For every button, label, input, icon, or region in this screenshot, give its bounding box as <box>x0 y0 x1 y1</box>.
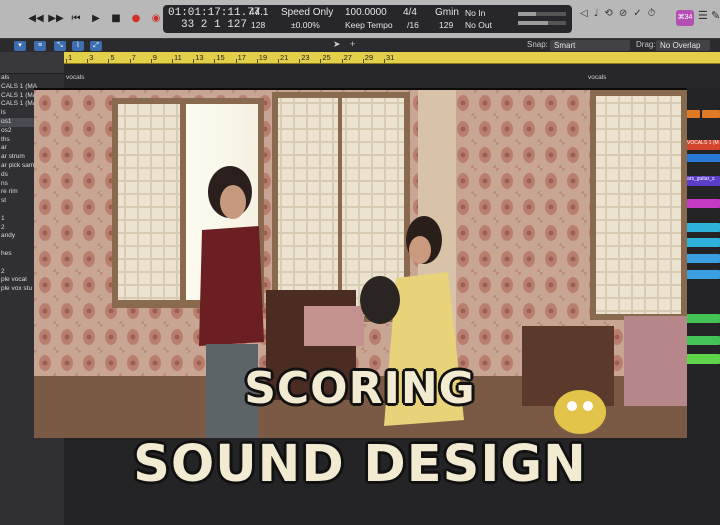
bar-number: 3 <box>89 53 94 62</box>
right-toolbar: ◁ ♩ ⟲ ⊘ ✓ ⏱ <box>580 8 655 19</box>
position-time: 01:01:17:11.77 <box>168 7 261 19</box>
tuner-icon[interactable]: ♩ <box>594 8 599 19</box>
view-menu-button[interactable]: ▾ <box>14 41 26 51</box>
buffer-size: 128 <box>251 20 266 30</box>
region-label: vocals <box>588 74 607 81</box>
audio-region[interactable] <box>686 238 720 247</box>
position-bars: 33 2 1 127 <box>181 19 248 31</box>
metronome-icon[interactable]: ✓ <box>633 8 641 19</box>
rewind-button[interactable]: ◀◀ <box>28 10 44 26</box>
midi-out: No Out <box>465 20 492 30</box>
audio-region[interactable] <box>702 110 720 118</box>
bar-tick <box>256 59 258 63</box>
bar-tick <box>193 59 195 63</box>
keep-tempo: Keep Tempo <box>345 20 393 30</box>
region-label-bar: vocals vocals <box>64 64 720 88</box>
audio-region[interactable]: ars_guitar_s <box>686 176 720 186</box>
bar-tick <box>235 59 237 63</box>
capture-record-button[interactable]: ◉ <box>148 10 164 26</box>
bar-tick <box>384 59 385 63</box>
track-list-header: ⊞ <box>0 52 64 117</box>
snap-label: Snap: <box>527 40 548 49</box>
bar-tick <box>362 59 364 63</box>
stop-button[interactable]: ■ <box>108 10 124 26</box>
bar-number: 11 <box>174 53 182 62</box>
speed-mode: Speed Only <box>281 7 334 18</box>
bar-tick <box>66 59 67 63</box>
overlay-title-sound-design: SOUND DESIGN <box>133 435 587 494</box>
bar-number: 17 <box>237 53 246 62</box>
bar-tick <box>172 59 173 63</box>
bar-tick <box>129 59 131 63</box>
key-signature: Gmin <box>435 7 459 18</box>
midi-in: No In <box>465 8 486 18</box>
tempo-value: 100.0000 <box>345 7 387 18</box>
go-to-start-button[interactable]: ⏮ <box>68 10 84 26</box>
count-in-icon[interactable]: ⊘ <box>619 8 627 19</box>
drag-label: Drag: <box>636 40 656 49</box>
bar-number: 19 <box>258 53 268 62</box>
bar-number: 31 <box>386 53 395 62</box>
sample-rate: 44.1 <box>249 7 269 18</box>
region-label: vocals <box>66 74 85 81</box>
time-signature: 4/4 <box>403 7 417 18</box>
bar-number: 7 <box>131 53 136 62</box>
audio-region[interactable]: VOCALS 1 (M <box>686 140 720 150</box>
bar-number: 1 <box>68 53 73 62</box>
audio-region[interactable] <box>686 314 720 323</box>
bar-tick <box>278 59 279 63</box>
bar-number: 25 <box>322 53 331 62</box>
bar-tick <box>214 59 216 63</box>
bar-tick <box>108 59 110 63</box>
audio-region[interactable] <box>686 154 720 162</box>
bar-ruler[interactable]: 1 3 5 7 9 11 13 15 17 19 21 23 25 27 29 31 <box>64 52 720 64</box>
timer-icon[interactable]: ⏱ <box>648 8 656 19</box>
division: /16 <box>407 20 419 30</box>
audio-region[interactable] <box>686 223 720 232</box>
forward-button[interactable]: ▶▶ <box>48 10 64 26</box>
bar-number: 5 <box>110 53 115 62</box>
bar-tick <box>320 59 322 63</box>
arrange-toolbar: ▾ ≡ ⤡ ⌇ ⤢ ➤ + Snap: Smart Drag: No Overl… <box>0 38 720 52</box>
audio-region[interactable] <box>686 199 720 208</box>
track-header[interactable]: als <box>0 74 64 83</box>
bar-number: 27 <box>343 53 352 62</box>
bar-number: 9 <box>152 53 157 62</box>
automation-button[interactable]: ⤡ <box>54 41 66 51</box>
bar-tick <box>341 59 343 63</box>
snap-select[interactable]: Smart <box>550 40 630 51</box>
speed-percent: ±0.00% <box>291 20 320 30</box>
bar-number: 21 <box>280 53 289 62</box>
bar-number: 23 <box>301 53 310 62</box>
audio-region[interactable] <box>686 270 720 279</box>
bar-number: 29 <box>364 53 374 62</box>
lcd-display[interactable]: 01:01:17:11.77 33 2 1 127 44.1 128 Speed… <box>163 5 572 33</box>
pointer-tool-icon[interactable]: ➤ <box>333 39 341 50</box>
bar-number: 15 <box>216 53 225 62</box>
level-meter <box>518 12 566 25</box>
audio-region[interactable] <box>686 254 720 263</box>
audio-region[interactable] <box>686 336 720 345</box>
pencil-tool-icon[interactable]: + <box>350 39 355 49</box>
list-editor-icon[interactable]: ☰ <box>698 9 708 22</box>
bar-number: 13 <box>195 53 204 62</box>
note-pad-icon[interactable]: ✎ <box>711 9 720 22</box>
bar-tick <box>87 59 89 63</box>
key-tempo: 129 <box>439 20 454 30</box>
cpu-badge[interactable]: ⌘34 <box>676 10 694 26</box>
control-bar: ◀◀ ▶▶ ⏮ ▶ ■ ● ◉ ⟳ 01:01:17:11.77 33 2 1 … <box>0 0 720 38</box>
drag-select[interactable]: No Overlap <box>656 40 710 51</box>
list-view-button[interactable]: ≡ <box>34 41 46 51</box>
play-button[interactable]: ▶ <box>88 10 104 26</box>
record-button[interactable]: ● <box>128 10 144 26</box>
bar-tick <box>299 59 301 63</box>
overlay-title-scoring: SCORING <box>244 363 476 414</box>
bar-tick <box>150 59 152 63</box>
catch-button[interactable]: ⤢ <box>90 41 102 51</box>
auto-input-icon[interactable]: ⟲ <box>604 8 612 19</box>
flex-button[interactable]: ⌇ <box>72 41 84 51</box>
speaker-icon[interactable]: ◁ <box>580 8 588 19</box>
